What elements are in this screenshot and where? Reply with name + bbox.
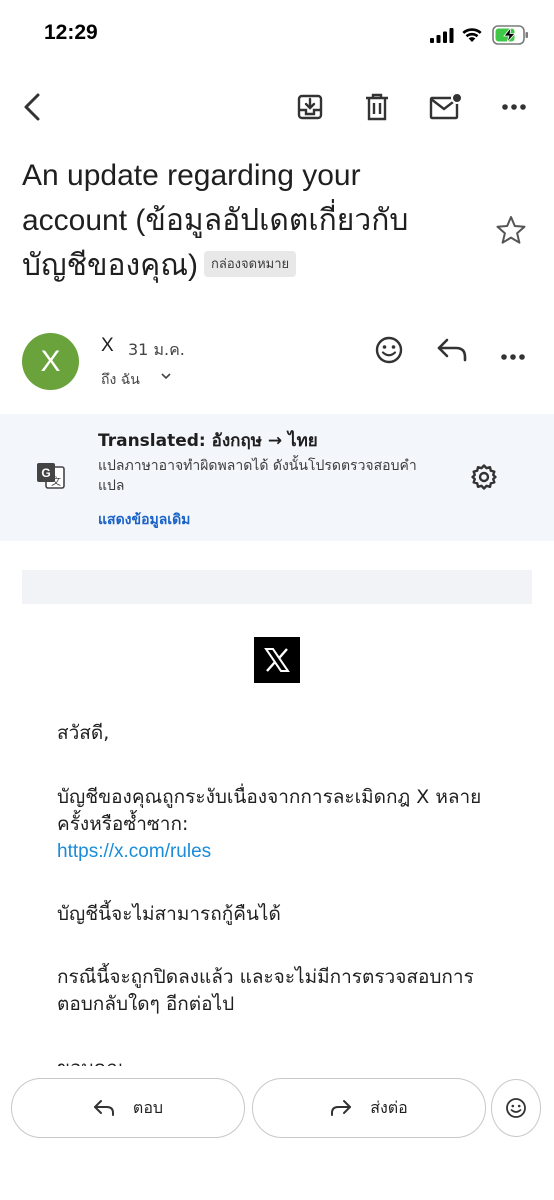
forward-icon [331,1100,352,1116]
suspension-paragraph: บัญชีของคุณถูกระงับเนื่องจากการละเมิดกฎ … [57,784,487,865]
email-header-band [22,570,532,604]
chevron-down-icon[interactable] [160,370,172,384]
signal-icon [430,28,454,43]
status-time: 12:29 [44,21,98,44]
sender-name: X [101,335,114,356]
emoji-icon [506,1098,526,1118]
email-date: 31 ม.ค. [128,340,185,359]
show-original-link[interactable]: แสดงข้อมูลเดิม [98,509,190,531]
trash-icon[interactable] [361,91,393,123]
unrecoverable-paragraph: บัญชีนี้จะไม่สามารถกู้คืนได้ [57,903,281,925]
reply-icon [93,1100,114,1116]
translation-description: แปลภาษาอาจทำผิดพลาดได้ ดังนั้นโปรดตรวจสอ… [98,458,417,494]
svg-text:G: G [41,466,50,480]
gear-icon[interactable] [470,463,498,495]
emoji-reaction-button[interactable] [491,1079,541,1137]
back-arrow-icon[interactable] [16,91,48,123]
forward-button[interactable]: ส่งต่อ [252,1078,486,1138]
email-subject: An update regarding your account (ข้อมูล… [22,153,442,288]
message-more-icon[interactable] [500,346,526,365]
reply-icon[interactable] [436,337,468,367]
archive-icon[interactable] [294,91,326,123]
inbox-label-chip[interactable]: กล่องจดหมาย [204,251,297,278]
wifi-icon [462,28,482,42]
closure-paragraph: กรณีนี้จะถูกปิดลงแล้ว และจะไม่มีการตรวจส… [57,966,474,1015]
rules-link[interactable]: https://x.com/rules [57,841,211,862]
paragraph-text: บัญชีของคุณถูกระงับเนื่องจากการละเมิดกฎ … [57,786,482,835]
svg-text:文: 文 [51,475,61,488]
greeting-text: สวัสดี, [57,722,110,744]
more-icon[interactable] [498,91,530,123]
reply-button[interactable]: ตอบ [11,1078,245,1138]
translate-icon: G 文 [36,461,66,495]
battery-charging-icon [492,25,528,45]
x-logo-icon [254,637,300,683]
subject-line: account (ข้อมูลอัปเดตเกี่ยวกับ [22,204,409,237]
mark-unread-icon[interactable] [428,91,464,123]
translation-title: Translated: อังกฤษ → ไทย [98,431,318,451]
forward-label: ส่งต่อ [370,1097,408,1117]
recipient-label[interactable]: ถึง ฉัน [101,369,140,391]
subject-line: บัญชีของคุณ) [22,249,199,282]
sender-avatar[interactable]: X [22,333,79,390]
subject-line: An update regarding your [22,159,361,192]
star-icon[interactable] [495,214,527,250]
emoji-react-icon[interactable] [374,335,404,369]
reply-label: ตอบ [132,1097,164,1117]
